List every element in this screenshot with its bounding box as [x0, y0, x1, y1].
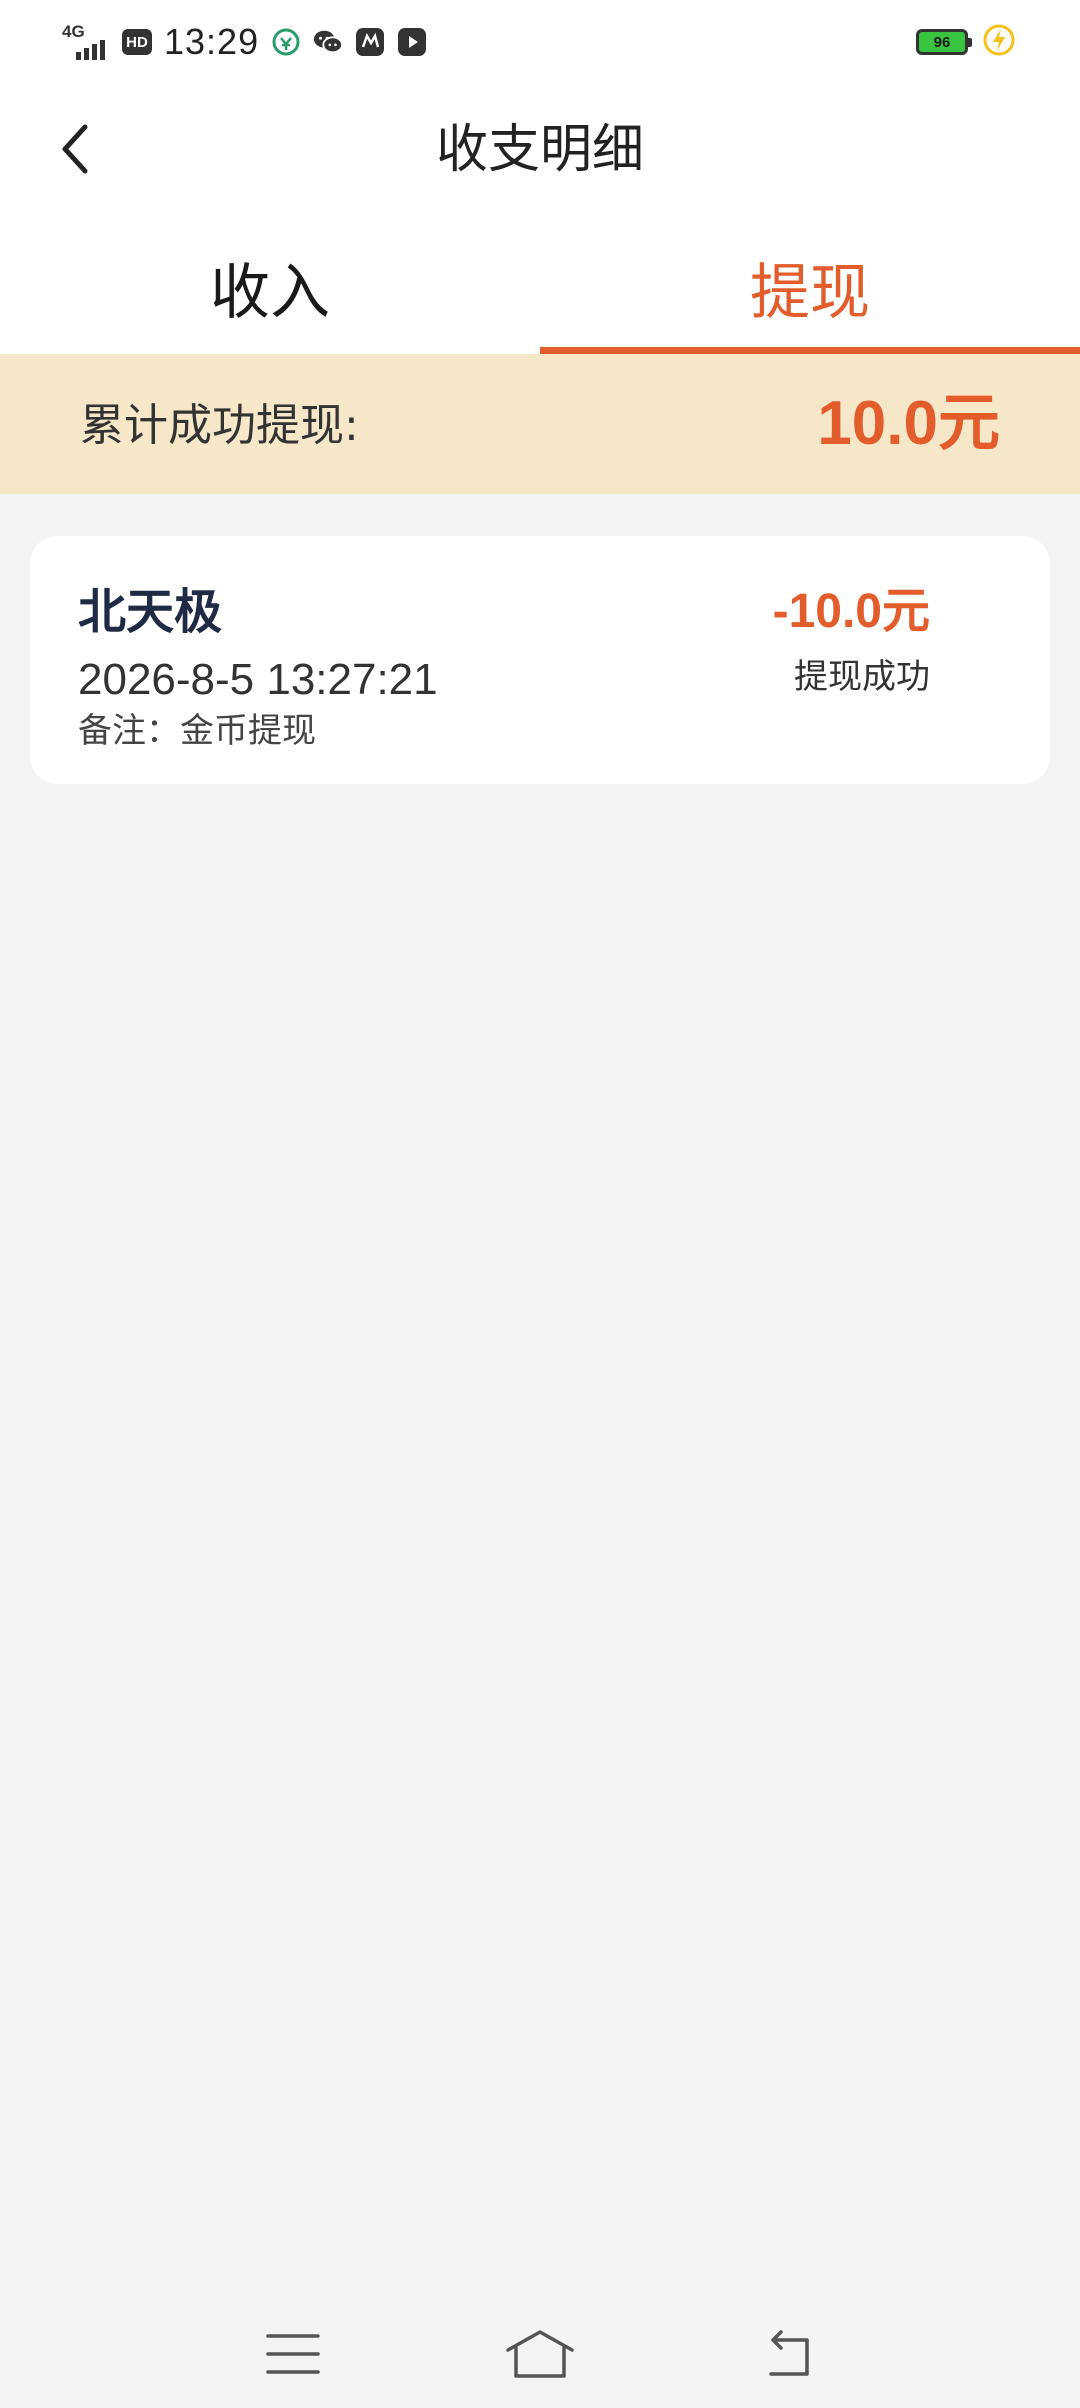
- status-time: 13:29: [164, 21, 260, 62]
- record-amount: -10.0元: [772, 585, 930, 638]
- battery-icon: 96: [916, 29, 972, 55]
- record-note: 备注：金币提现: [78, 711, 316, 751]
- status-right: 96: [916, 22, 1016, 62]
- back-icon: [768, 2330, 809, 2376]
- record-status: 提现成功: [794, 657, 930, 697]
- home-button[interactable]: [500, 2314, 580, 2394]
- video-app-icon: [397, 27, 427, 57]
- page: 4G HD 13:29 96 收支明细 收入 提现 累计成功提现: 10.0元 …: [0, 0, 1080, 2408]
- status-bar: 4G HD 13:29 96: [0, 0, 1080, 84]
- system-nav-bar: [0, 2300, 1080, 2408]
- app-icon: [355, 27, 385, 57]
- record-name: 北天极: [78, 584, 223, 640]
- header: 收支明细: [0, 84, 1080, 220]
- summary-label: 累计成功提现:: [80, 400, 359, 451]
- network-type: 4G: [62, 22, 85, 41]
- signal-icon: 4G: [62, 22, 110, 62]
- bank-app-icon: [271, 27, 301, 57]
- menu-icon: [266, 2334, 321, 2374]
- list-item[interactable]: 北天极 2026-8-5 13:27:21 备注：金币提现 -10.0元 提现成…: [30, 536, 1050, 784]
- summary-value: 10.0元: [817, 389, 1000, 458]
- home-icon: [506, 2330, 574, 2378]
- tab-income[interactable]: 收入: [0, 220, 540, 354]
- battery-level: 96: [933, 33, 951, 51]
- wechat-icon: [313, 27, 344, 57]
- record-time: 2026-8-5 13:27:21: [78, 655, 438, 704]
- tab-bar: 收入 提现: [0, 220, 1080, 354]
- status-left: 4G HD 13:29: [62, 18, 427, 66]
- menu-button[interactable]: [253, 2314, 333, 2394]
- back-nav-button[interactable]: [747, 2314, 827, 2394]
- tab-withdraw[interactable]: 提现: [540, 220, 1080, 354]
- hd-badge: HD: [122, 29, 152, 55]
- charging-icon: [982, 23, 1016, 61]
- page-title: 收支明细: [435, 120, 644, 180]
- withdraw-summary: 累计成功提现: 10.0元: [0, 354, 1080, 494]
